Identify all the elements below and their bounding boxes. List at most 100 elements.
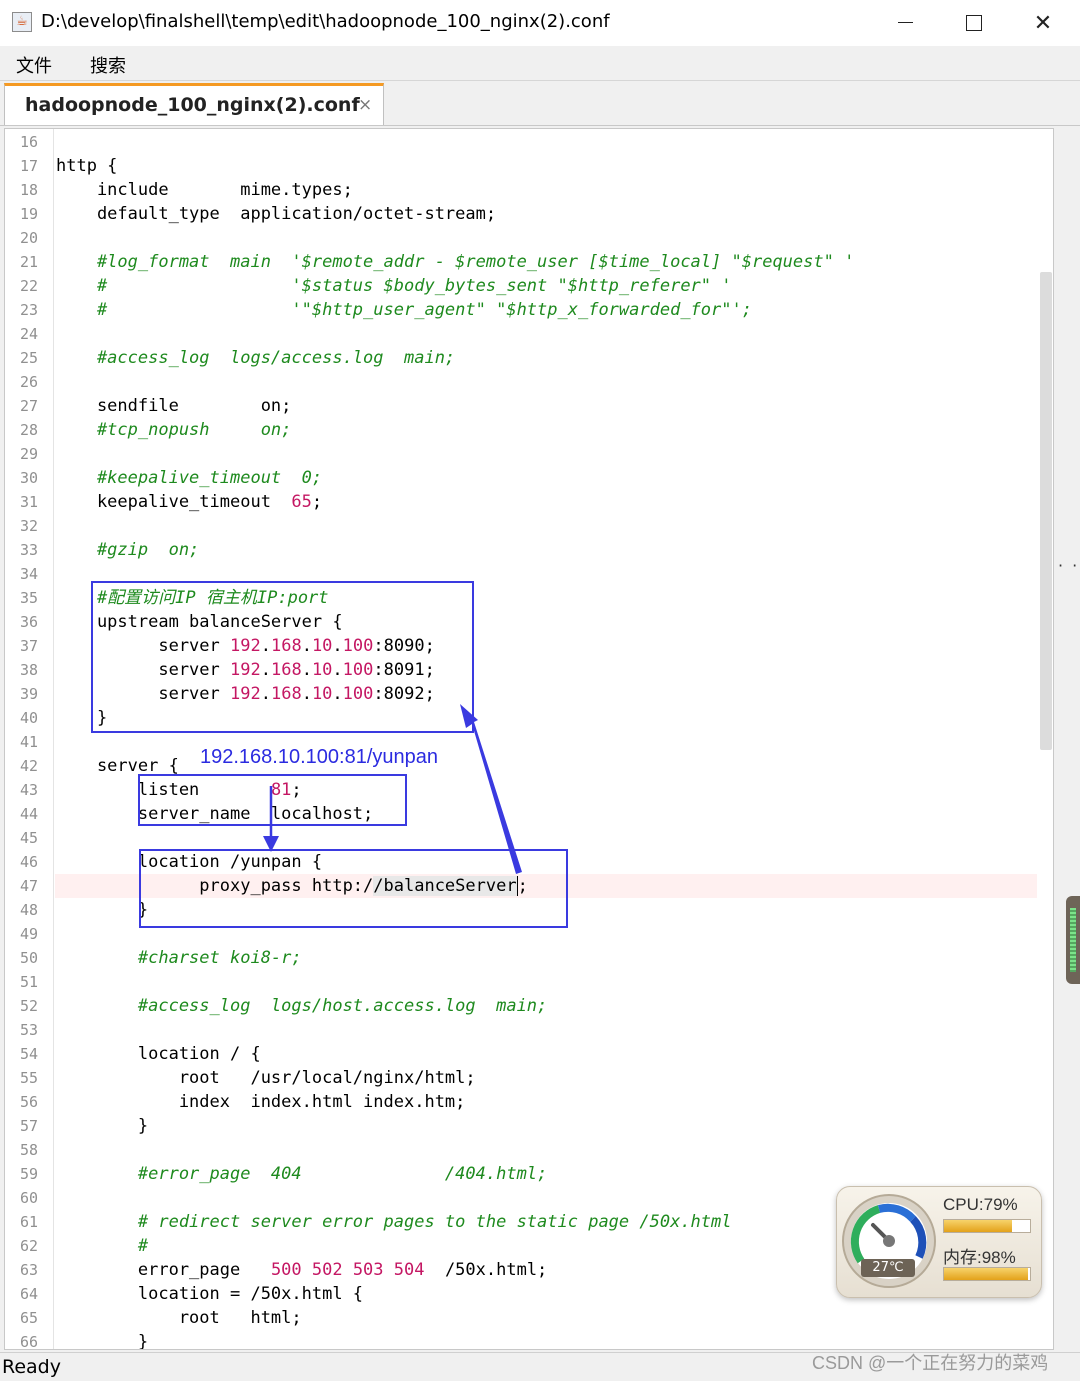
vertical-scrollbar-track[interactable] (1056, 128, 1080, 1350)
line-number: 23 (19, 301, 38, 319)
code-token: } (56, 1116, 149, 1136)
line-number: 44 (19, 805, 38, 823)
code-token: location / { (56, 1044, 261, 1064)
code-text: http { (56, 154, 117, 178)
code-line[interactable]: 58 (5, 1138, 1053, 1162)
java-cup-icon: ☕ (12, 12, 32, 32)
code-line[interactable]: 20 (5, 226, 1053, 250)
maximize-icon[interactable] (938, 0, 1008, 46)
code-token: 65 (291, 492, 312, 512)
location-highlight-box (139, 849, 568, 928)
scroll-marker-icon: · · (1058, 556, 1080, 575)
line-number: 34 (19, 565, 38, 583)
line-number: 39 (19, 685, 38, 703)
line-number: 33 (19, 541, 38, 559)
line-number: 40 (19, 709, 38, 727)
code-text: #tcp_nopush on; (56, 418, 291, 442)
code-line[interactable]: 57 } (5, 1114, 1053, 1138)
line-number: 47 (19, 877, 38, 895)
line-number: 19 (19, 205, 38, 223)
line-number: 28 (19, 421, 38, 439)
line-number: 52 (19, 997, 38, 1015)
code-line[interactable]: 59 #error_page 404 /404.html; (5, 1162, 1053, 1186)
code-line[interactable]: 31 keepalive_timeout 65; (5, 490, 1053, 514)
code-text: include mime.types; (56, 178, 353, 202)
code-line[interactable]: 32 (5, 514, 1053, 538)
code-text: location = /50x.html { (56, 1282, 363, 1306)
code-line[interactable]: 17 http { (5, 154, 1053, 178)
code-token: 500 502 503 504 (270, 1260, 425, 1280)
line-number: 17 (19, 157, 38, 175)
code-line[interactable]: 25 #access_log logs/access.log main; (5, 346, 1053, 370)
line-number: 45 (19, 829, 38, 847)
code-token: default_type application/octet-stream; (56, 204, 497, 224)
line-number: 46 (19, 853, 38, 871)
code-line[interactable]: 54 location / { (5, 1042, 1053, 1066)
code-line[interactable]: 29 (5, 442, 1053, 466)
code-line[interactable]: 16 (5, 130, 1053, 154)
code-line[interactable]: 26 (5, 370, 1053, 394)
code-line[interactable]: 30 #keepalive_timeout 0; (5, 466, 1053, 490)
code-line[interactable]: 22 # '$status $body_bytes_sent "$http_re… (5, 274, 1053, 298)
code-token: root /usr/local/nginx/html; (56, 1068, 476, 1088)
system-monitor-widget[interactable]: 27℃ CPU:79% 内存:98% (836, 1186, 1042, 1298)
upstream-highlight-box (91, 581, 474, 733)
code-token: root html; (56, 1308, 302, 1328)
code-line[interactable]: 51 (5, 970, 1053, 994)
code-line[interactable]: 41 (5, 730, 1053, 754)
code-text: index index.html index.htm; (56, 1090, 466, 1114)
line-number: 63 (19, 1261, 38, 1279)
watermark: CSDN @一个正在努力的菜鸡 (812, 1353, 1049, 1373)
code-text: } (56, 1330, 149, 1350)
code-line[interactable]: 45 (5, 826, 1053, 850)
cpu-usage-label: CPU:79% (943, 1195, 1018, 1214)
minimize-icon[interactable] (870, 0, 940, 46)
code-line[interactable]: 65 root html; (5, 1306, 1053, 1330)
close-icon[interactable]: ✕ (1008, 0, 1078, 46)
code-line[interactable]: 18 include mime.types; (5, 178, 1053, 202)
tab-strip: hadoopnode_100_nginx(2).conf × (0, 81, 1080, 126)
code-text: #gzip on; (56, 538, 199, 562)
code-line[interactable]: 56 index index.html index.htm; (5, 1090, 1053, 1114)
code-token: server { (56, 756, 179, 776)
code-token: error_page (56, 1260, 271, 1280)
code-text: # '"$http_user_agent" "$http_x_forwarded… (56, 298, 752, 322)
code-line[interactable]: 28 #tcp_nopush on; (5, 418, 1053, 442)
line-number: 22 (19, 277, 38, 295)
code-token: keepalive_timeout (56, 492, 292, 512)
code-line[interactable]: 50 #charset koi8-r; (5, 946, 1053, 970)
listen-highlight-box (138, 774, 407, 826)
line-number: 54 (19, 1045, 38, 1063)
code-line[interactable]: 66 } (5, 1330, 1053, 1350)
line-number: 42 (19, 757, 38, 775)
menu-search[interactable]: 搜索 (90, 52, 126, 78)
line-number: 30 (19, 469, 38, 487)
code-text: location / { (56, 1042, 261, 1066)
line-number: 61 (19, 1213, 38, 1231)
code-line[interactable]: 53 (5, 1018, 1053, 1042)
line-number: 27 (19, 397, 38, 415)
code-token: index index.html index.htm; (56, 1092, 466, 1112)
code-line[interactable]: 52 #access_log logs/host.access.log main… (5, 994, 1053, 1018)
code-editor[interactable]: 16 17 http {18 include mime.types; 19 defau… (4, 128, 1054, 1350)
code-line[interactable]: 33 #gzip on; (5, 538, 1053, 562)
code-line[interactable]: 19 default_type application/octet-stream… (5, 202, 1053, 226)
code-line[interactable]: 24 (5, 322, 1053, 346)
line-number: 66 (19, 1333, 38, 1350)
code-token: http { (56, 156, 118, 176)
line-number: 50 (19, 949, 38, 967)
code-line[interactable]: 55 root /usr/local/nginx/html; (5, 1066, 1053, 1090)
code-line[interactable]: 23 # '"$http_user_agent" "$http_x_forwar… (5, 298, 1053, 322)
side-gadget-handle[interactable] (1066, 896, 1080, 984)
vertical-scrollbar-thumb[interactable] (1040, 272, 1052, 750)
tab-file[interactable]: hadoopnode_100_nginx(2).conf × (4, 83, 384, 125)
code-token: #keepalive_timeout 0; (56, 468, 323, 488)
code-line[interactable]: 21 #log_format main '$remote_addr - $rem… (5, 250, 1053, 274)
menu-file[interactable]: 文件 (16, 52, 52, 78)
code-text: root html; (56, 1306, 302, 1330)
code-token: } (56, 1332, 149, 1350)
tab-close-icon[interactable]: × (358, 95, 372, 115)
line-number: 58 (19, 1141, 38, 1159)
window-titlebar: ☕ D:\develop\finalshell\temp\edit\hadoop… (0, 0, 1080, 46)
code-line[interactable]: 27 sendfile on; (5, 394, 1053, 418)
